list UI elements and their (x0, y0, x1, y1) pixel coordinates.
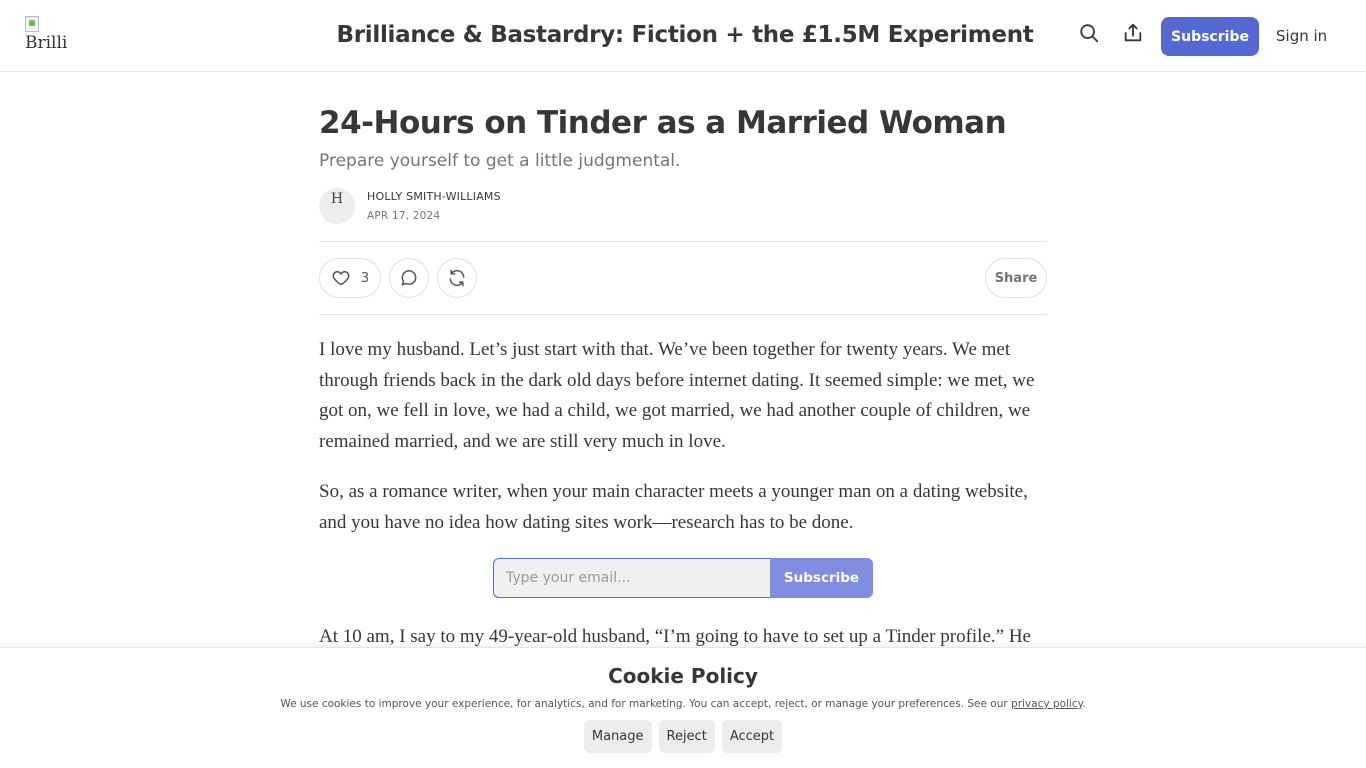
post-date: APR 17, 2024 (367, 210, 441, 222)
inline-subscribe-button[interactable]: Subscribe (770, 558, 873, 598)
heart-icon (332, 271, 350, 286)
broken-image-icon (25, 16, 39, 32)
author-avatar[interactable]: H (319, 188, 355, 224)
paragraph: I love my husband. Let’s just start with… (319, 339, 1035, 452)
paragraph: So, as a romance writer, when your main … (319, 481, 1028, 533)
search-button[interactable] (1078, 22, 1106, 50)
cookie-text: We use cookies to improve your experienc… (0, 698, 1366, 710)
logo-alt-text: Brilli (25, 33, 67, 53)
cookie-title: Cookie Policy (608, 664, 758, 688)
share-upload-icon (1124, 23, 1142, 42)
post-title: 24-Hours on Tinder as a Married Woman (319, 105, 1007, 141)
post-body: I love my husband. Let’s just start with… (319, 335, 1047, 653)
search-icon (1080, 24, 1099, 43)
like-count: 3 (360, 270, 370, 286)
cookie-description: We use cookies to improve your experienc… (280, 698, 1012, 710)
share-publication-button[interactable] (1122, 22, 1150, 50)
publication-logo[interactable]: Brilli (25, 16, 67, 56)
like-button[interactable]: 3 (319, 258, 381, 298)
author-name[interactable]: HOLLY SMITH-WILLIAMS (367, 190, 501, 203)
comment-bubble-icon (401, 270, 417, 286)
manage-cookies-button[interactable]: Manage (583, 720, 652, 753)
cookie-banner: Cookie Policy We use cookies to improve … (0, 647, 1366, 768)
article: 24-Hours on Tinder as a Married Woman Pr… (319, 100, 1047, 673)
reject-cookies-button[interactable]: Reject (658, 720, 715, 753)
avatar-alt-text: H (330, 191, 344, 207)
share-post-button[interactable]: Share (985, 258, 1047, 298)
post-actions: 3 Share (319, 242, 1047, 314)
inline-subscribe-form: Subscribe (493, 558, 873, 598)
divider (319, 314, 1047, 315)
byline: H HOLLY SMITH-WILLIAMS APR 17, 2024 (319, 188, 1047, 228)
accept-cookies-button[interactable]: Accept (721, 720, 783, 753)
cookie-text-end: . (1082, 698, 1086, 710)
cookie-buttons: Manage Reject Accept (0, 720, 1366, 753)
publication-title[interactable]: Brilliance & Bastardry: Fiction + the £1… (300, 22, 1070, 48)
comment-button[interactable] (389, 258, 429, 298)
post-subtitle: Prepare yourself to get a little judgmen… (319, 151, 681, 171)
restack-arrows-icon (449, 269, 465, 287)
privacy-policy-link[interactable]: privacy policy (1011, 698, 1082, 710)
top-navigation-bar: Brilli Brilliance & Bastardry: Fiction +… (0, 0, 1366, 72)
email-input[interactable] (493, 558, 770, 598)
sign-in-link[interactable]: Sign in (1276, 27, 1327, 45)
restack-button[interactable] (437, 258, 477, 298)
subscribe-button[interactable]: Subscribe (1161, 17, 1259, 56)
